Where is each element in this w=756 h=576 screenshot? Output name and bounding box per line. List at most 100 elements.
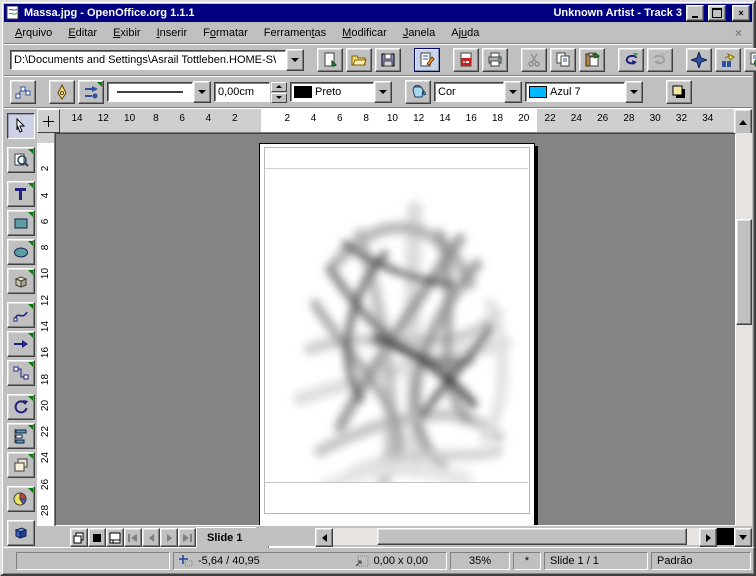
- scroll-down-button[interactable]: [734, 528, 752, 547]
- ruler-label: 12: [40, 292, 51, 309]
- menu-arquivo[interactable]: Arquivo: [8, 25, 59, 41]
- export-pdf-button[interactable]: [453, 48, 479, 72]
- navigator-button[interactable]: [686, 48, 712, 72]
- rotate-tool-button[interactable]: [7, 394, 35, 420]
- vertical-scrollbar[interactable]: [736, 133, 752, 526]
- document-page[interactable]: [259, 143, 535, 526]
- next-page-icon: [167, 534, 172, 542]
- vertical-scrollbar-thumb[interactable]: [736, 219, 752, 325]
- insert-button[interactable]: [7, 486, 35, 512]
- curve-tool-button[interactable]: [7, 302, 35, 328]
- minimize-button[interactable]: [686, 5, 704, 21]
- alignment-button[interactable]: [7, 423, 35, 449]
- menu-exibir[interactable]: Exibir: [106, 25, 148, 41]
- menu-inserir[interactable]: Inserir: [150, 25, 195, 41]
- save-button[interactable]: [375, 48, 401, 72]
- connector-tool-button[interactable]: [7, 360, 35, 386]
- stylist-button[interactable]: [715, 48, 741, 72]
- previous-page-button[interactable]: [142, 528, 160, 547]
- shadow-button[interactable]: [666, 80, 692, 104]
- ruler-label: 16: [464, 113, 478, 124]
- redo-button[interactable]: [647, 48, 673, 72]
- zoom-tool-button[interactable]: [7, 147, 35, 173]
- arrow-down-icon: [739, 535, 747, 540]
- arrow-line-icon: [13, 336, 29, 352]
- menu-ajuda[interactable]: Ajuda: [444, 25, 486, 41]
- fill-style-combobox[interactable]: Cor: [434, 81, 522, 103]
- url-dropdown-button[interactable]: [286, 49, 304, 71]
- line-width-up-button[interactable]: [271, 82, 287, 92]
- drawing-canvas[interactable]: [55, 133, 736, 526]
- ruler-label: 10: [40, 265, 51, 282]
- status-size: 0,00 x 0,00: [374, 555, 428, 567]
- fill-color-combobox[interactable]: Azul 7: [525, 81, 643, 103]
- undo-button[interactable]: [618, 48, 644, 72]
- menu-editar[interactable]: Editar: [61, 25, 104, 41]
- line-style-dropdown-button[interactable]: [193, 81, 211, 103]
- horizontal-ruler[interactable]: 1412108642246810121416182022242628303234: [60, 109, 734, 133]
- fill-style-dropdown-button[interactable]: [504, 81, 522, 103]
- fill-color-dropdown-button[interactable]: [625, 81, 643, 103]
- new-document-button[interactable]: [317, 48, 343, 72]
- paste-button[interactable]: [579, 48, 605, 72]
- menu-formatar[interactable]: Formatar: [196, 25, 255, 41]
- title-bar[interactable]: Massa.jpg - OpenOffice.org 1.1.1 Unknown…: [4, 4, 752, 22]
- longclick-indicator: [97, 82, 102, 87]
- menu-ferramentas[interactable]: Ferramentas: [257, 25, 333, 41]
- arrow-style-button[interactable]: [78, 80, 104, 104]
- copy-button[interactable]: [550, 48, 576, 72]
- close-document-button[interactable]: ×: [729, 26, 748, 40]
- horizontal-scrollbar[interactable]: [333, 528, 699, 545]
- scroll-up-button[interactable]: [734, 109, 752, 135]
- vertical-ruler[interactable]: 24681012141618202224262830: [37, 133, 55, 526]
- rectangle-tool-button[interactable]: [7, 210, 35, 236]
- horizontal-scrollbar-thumb[interactable]: [377, 528, 687, 545]
- edit-points-button[interactable]: [10, 80, 36, 104]
- status-style-cell[interactable]: Padrão: [651, 552, 751, 570]
- fill-bucket-icon: [410, 84, 426, 100]
- line-button[interactable]: [49, 80, 75, 104]
- function-bar: [4, 45, 752, 76]
- print-button[interactable]: [482, 48, 508, 72]
- menu-janela[interactable]: Janela: [396, 25, 442, 41]
- hyperlink-button[interactable]: [744, 48, 756, 72]
- cut-button[interactable]: [521, 48, 547, 72]
- status-zoom-cell[interactable]: 35%: [450, 552, 510, 570]
- spin-down-icon: [276, 96, 282, 99]
- scroll-right-button[interactable]: [699, 528, 717, 547]
- line-width-down-button[interactable]: [271, 93, 287, 103]
- window-title-right: Unknown Artist - Track 3: [553, 7, 682, 19]
- edit-file-button[interactable]: [414, 48, 440, 72]
- lines-arrows-tool-button[interactable]: [7, 331, 35, 357]
- first-page-button[interactable]: [124, 528, 142, 547]
- open-button[interactable]: [346, 48, 372, 72]
- slide-view-button[interactable]: [70, 528, 88, 547]
- select-tool-button[interactable]: [7, 113, 35, 139]
- ruler-label: 14: [438, 113, 452, 124]
- line-color-dropdown-button[interactable]: [374, 81, 392, 103]
- master-view-button[interactable]: [88, 528, 106, 547]
- ellipse-tool-button[interactable]: [7, 239, 35, 265]
- line-color-combobox[interactable]: Preto: [290, 81, 392, 103]
- area-style-button[interactable]: [405, 80, 431, 104]
- close-button[interactable]: ×: [732, 5, 750, 21]
- scroll-tabs-left-button[interactable]: [315, 528, 333, 547]
- ruler-origin-button[interactable]: [37, 109, 60, 133]
- line-width-spinner[interactable]: [214, 82, 287, 103]
- line-width-input[interactable]: [218, 85, 262, 99]
- line-style-preview: [117, 90, 183, 94]
- text-tool-button[interactable]: [7, 181, 35, 207]
- tab-slide-1[interactable]: Slide 1: [196, 527, 269, 548]
- last-page-button[interactable]: [178, 528, 196, 547]
- layer-view-button[interactable]: [106, 528, 124, 547]
- maximize-button[interactable]: [708, 5, 726, 21]
- arrange-button[interactable]: [7, 452, 35, 478]
- url-combobox[interactable]: [10, 49, 304, 71]
- menu-modificar[interactable]: Modificar: [335, 25, 394, 41]
- 3d-objects-tool-button[interactable]: [7, 268, 35, 294]
- next-page-button[interactable]: [160, 528, 178, 547]
- url-input[interactable]: [14, 53, 276, 67]
- rotate-icon: [13, 399, 29, 415]
- line-style-combobox[interactable]: [107, 81, 211, 103]
- effects-button[interactable]: [7, 520, 35, 546]
